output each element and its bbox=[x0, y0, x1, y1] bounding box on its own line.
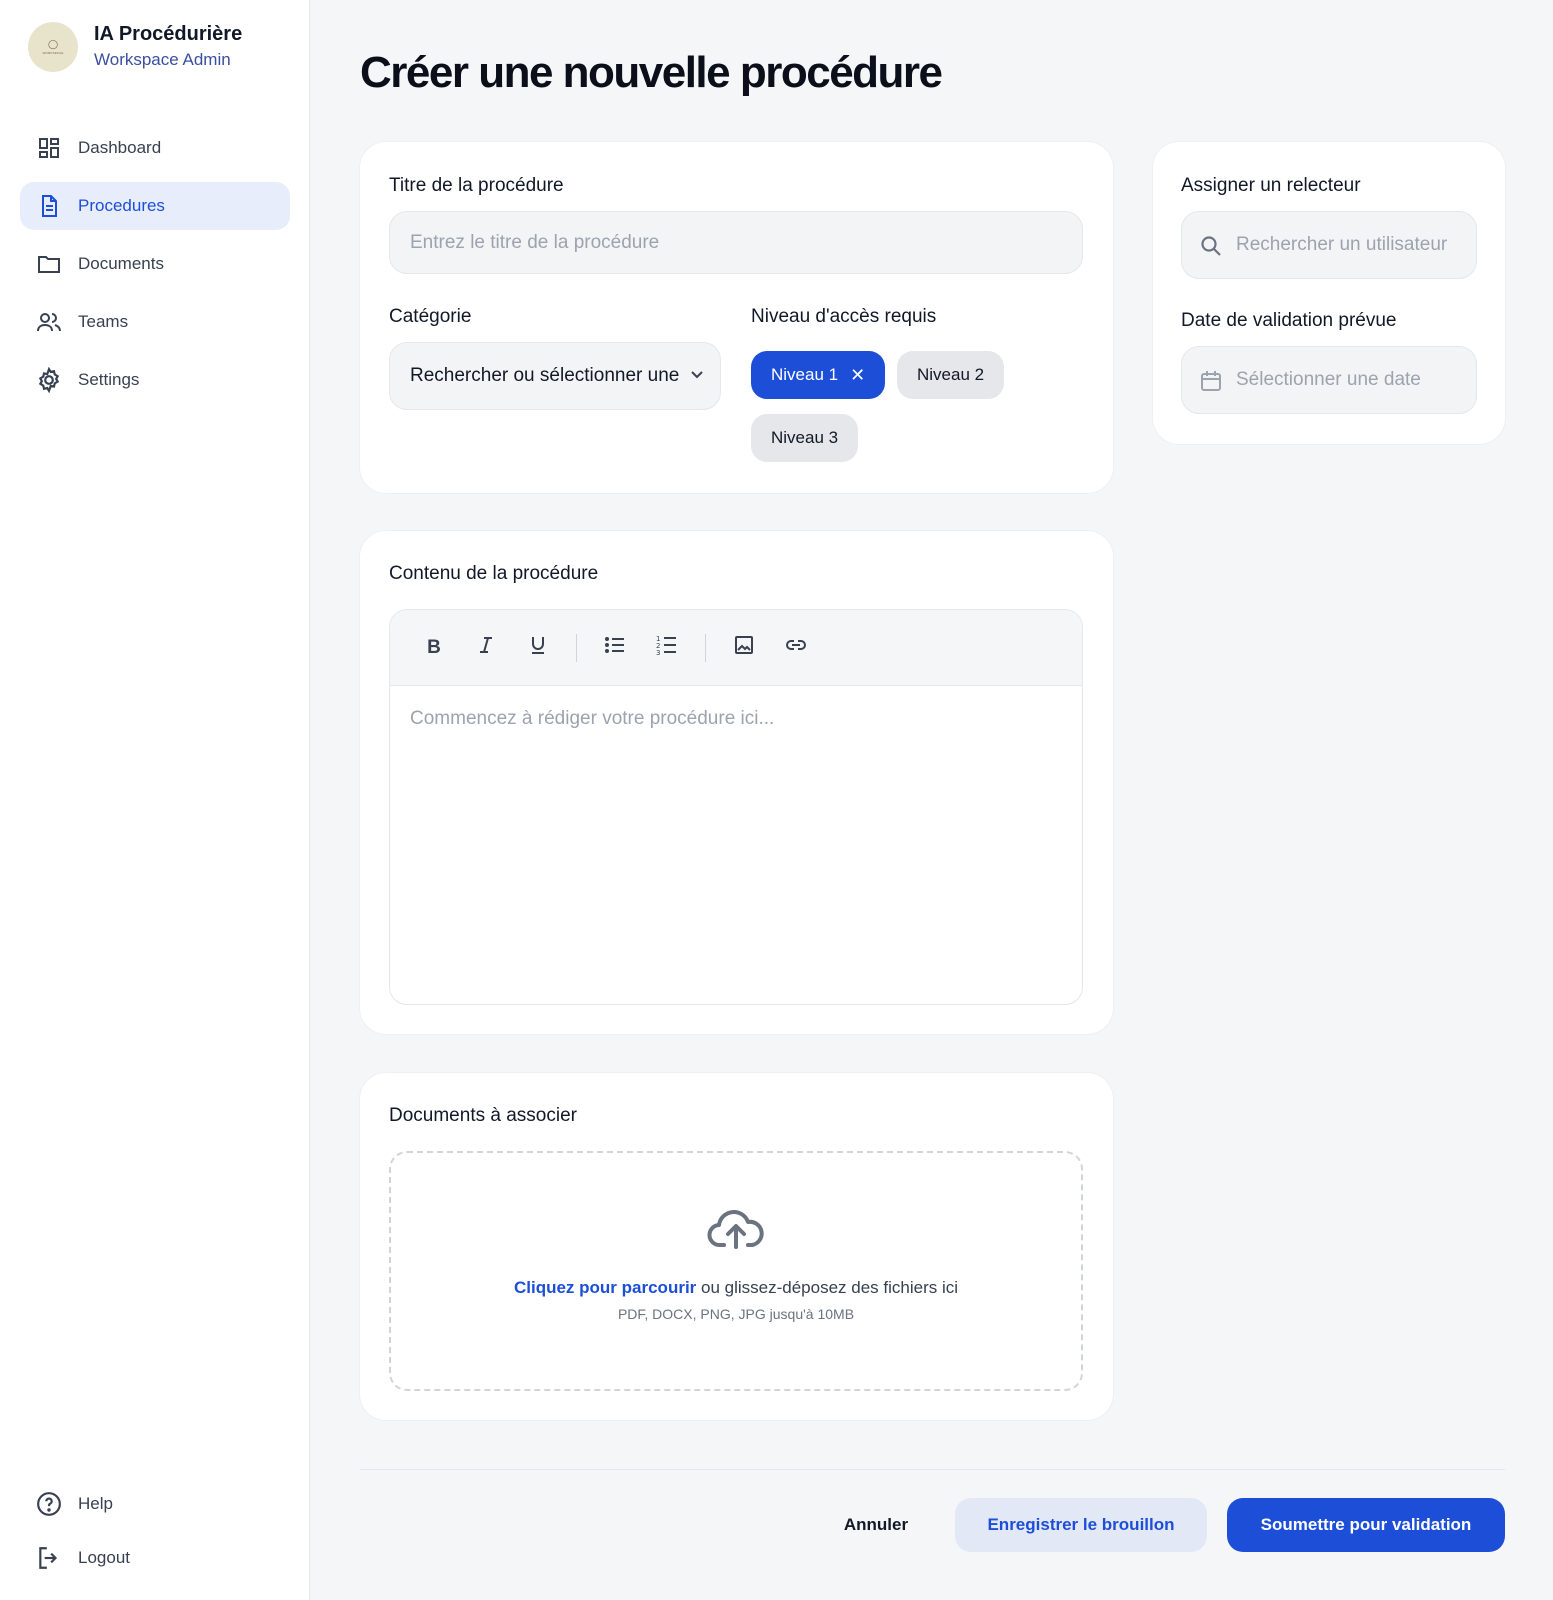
browse-files-link[interactable]: Cliquez pour parcourir bbox=[514, 1278, 696, 1297]
sidebar-bottom: Help Logout bbox=[20, 1480, 290, 1588]
sidebar-item-label: Help bbox=[78, 1494, 113, 1513]
underline-icon bbox=[529, 635, 547, 660]
calendar-icon bbox=[1199, 369, 1223, 399]
level-chip-2[interactable]: Niveau 2 bbox=[897, 351, 1005, 399]
cloud-upload-icon bbox=[707, 1205, 765, 1256]
editor-text-area[interactable]: Commencez à rédiger votre procédure ici.… bbox=[390, 686, 1082, 752]
attachments-label: Documents à associer bbox=[389, 1105, 577, 1126]
level-chip-1[interactable]: Niveau 1 ✕ bbox=[751, 351, 886, 399]
insert-link-button[interactable] bbox=[770, 628, 822, 668]
validation-date-placeholder: Sélectionner une date bbox=[1236, 369, 1421, 390]
bold-icon: B bbox=[427, 636, 441, 658]
brand-role: Workspace Admin bbox=[94, 50, 231, 69]
sidebar-nav: Dashboard Procedures Documents Teams Set… bbox=[20, 124, 290, 414]
svg-text:3: 3 bbox=[656, 649, 660, 656]
sidebar-item-label: Teams bbox=[78, 312, 129, 331]
sidebar-item-documents[interactable]: Documents bbox=[20, 240, 290, 288]
image-icon bbox=[734, 635, 754, 660]
content-label: Contenu de la procédure bbox=[389, 563, 599, 584]
sidebar-item-settings[interactable]: Settings bbox=[20, 356, 290, 404]
document-icon bbox=[36, 193, 62, 219]
italic-icon bbox=[477, 636, 495, 659]
brand: ◯ WORKSPACE IA Procédurière Workspace Ad… bbox=[28, 22, 242, 72]
sidebar: ◯ WORKSPACE IA Procédurière Workspace Ad… bbox=[0, 0, 310, 1600]
category-select[interactable]: Rechercher ou sélectionner une bbox=[389, 342, 721, 410]
validation-date-input[interactable]: Sélectionner une date bbox=[1181, 346, 1477, 414]
attachments-card: Documents à associer Cliquez pour parcou… bbox=[360, 1073, 1113, 1420]
gear-icon bbox=[36, 367, 62, 393]
toolbar-divider bbox=[576, 633, 577, 662]
level-chip-3[interactable]: Niveau 3 bbox=[751, 414, 859, 462]
assignment-card: Assigner un relecteur Rechercher un util… bbox=[1153, 142, 1505, 444]
help-icon bbox=[36, 1491, 62, 1517]
sidebar-item-dashboard[interactable]: Dashboard bbox=[20, 124, 290, 172]
bold-button[interactable]: B bbox=[408, 628, 460, 668]
level-chip-label: Niveau 2 bbox=[917, 365, 985, 384]
reviewer-search-placeholder: Rechercher un utilisateur bbox=[1236, 234, 1448, 255]
access-level-label: Niveau d'accès requis bbox=[751, 306, 937, 327]
underline-button[interactable] bbox=[512, 628, 564, 668]
close-icon[interactable]: ✕ bbox=[850, 365, 865, 386]
footer-divider bbox=[360, 1469, 1505, 1470]
reviewer-label: Assigner un relecteur bbox=[1181, 175, 1361, 196]
dropzone-text: ou glissez-déposez des fichiers ici bbox=[696, 1278, 959, 1297]
dropzone-instructions: Cliquez pour parcourir ou glissez-dépose… bbox=[514, 1278, 958, 1298]
dropzone-hint: PDF, DOCX, PNG, JPG jusqu'à 10MB bbox=[617, 1306, 855, 1322]
category-label: Catégorie bbox=[389, 306, 472, 327]
sidebar-item-help[interactable]: Help bbox=[20, 1480, 290, 1528]
rich-text-editor: B 123 Commencez à rédiger votre procédur… bbox=[389, 609, 1083, 1005]
numbered-list-icon: 123 bbox=[656, 634, 678, 661]
validation-date-label: Date de validation prévue bbox=[1181, 310, 1397, 331]
save-draft-button[interactable]: Enregistrer le brouillon bbox=[955, 1498, 1207, 1552]
workspace-logo: ◯ WORKSPACE bbox=[28, 22, 78, 72]
chevron-down-icon bbox=[690, 365, 704, 387]
users-icon bbox=[36, 309, 62, 335]
toolbar-divider bbox=[705, 633, 706, 662]
sidebar-item-logout[interactable]: Logout bbox=[20, 1534, 290, 1582]
bullet-list-button[interactable] bbox=[589, 628, 641, 668]
file-dropzone[interactable]: Cliquez pour parcourir ou glissez-dépose… bbox=[389, 1151, 1083, 1391]
page-title: Créer une nouvelle procédure bbox=[360, 48, 943, 97]
numbered-list-button[interactable]: 123 bbox=[641, 628, 693, 668]
submit-button[interactable]: Soumettre pour validation bbox=[1227, 1498, 1505, 1552]
sidebar-item-procedures[interactable]: Procedures bbox=[20, 182, 290, 230]
logout-icon bbox=[36, 1545, 62, 1571]
sidebar-item-label: Documents bbox=[78, 254, 164, 273]
sidebar-item-label: Settings bbox=[78, 370, 140, 389]
sidebar-item-teams[interactable]: Teams bbox=[20, 298, 290, 346]
bullet-list-icon bbox=[604, 635, 626, 660]
title-label: Titre de la procédure bbox=[389, 175, 564, 196]
sidebar-item-label: Procedures bbox=[78, 196, 165, 215]
reviewer-search-input[interactable]: Rechercher un utilisateur bbox=[1181, 211, 1477, 279]
procedure-details-card: Titre de la procédure Entrez le titre de… bbox=[360, 142, 1113, 493]
folder-icon bbox=[36, 251, 62, 277]
link-icon bbox=[785, 638, 807, 657]
brand-name: IA Procédurière bbox=[94, 23, 243, 45]
category-select-value: Rechercher ou sélectionner une bbox=[410, 365, 680, 386]
workspace-logo-text: WORKSPACE bbox=[42, 50, 64, 55]
sidebar-item-label: Dashboard bbox=[78, 138, 162, 157]
italic-button[interactable] bbox=[460, 628, 512, 668]
title-input[interactable]: Entrez le titre de la procédure bbox=[389, 211, 1083, 274]
sidebar-item-label: Logout bbox=[78, 1548, 130, 1567]
level-chip-label: Niveau 3 bbox=[771, 428, 839, 447]
content-card: Contenu de la procédure B 1 2 3 Commence… bbox=[360, 531, 1113, 1034]
editor-toolbar: B 123 bbox=[390, 610, 1082, 686]
dashboard-icon bbox=[36, 135, 62, 161]
search-icon bbox=[1199, 234, 1223, 264]
cancel-button[interactable]: Annuler bbox=[820, 1498, 932, 1552]
insert-image-button[interactable] bbox=[718, 628, 770, 668]
level-chip-label: Niveau 1 bbox=[771, 365, 839, 384]
